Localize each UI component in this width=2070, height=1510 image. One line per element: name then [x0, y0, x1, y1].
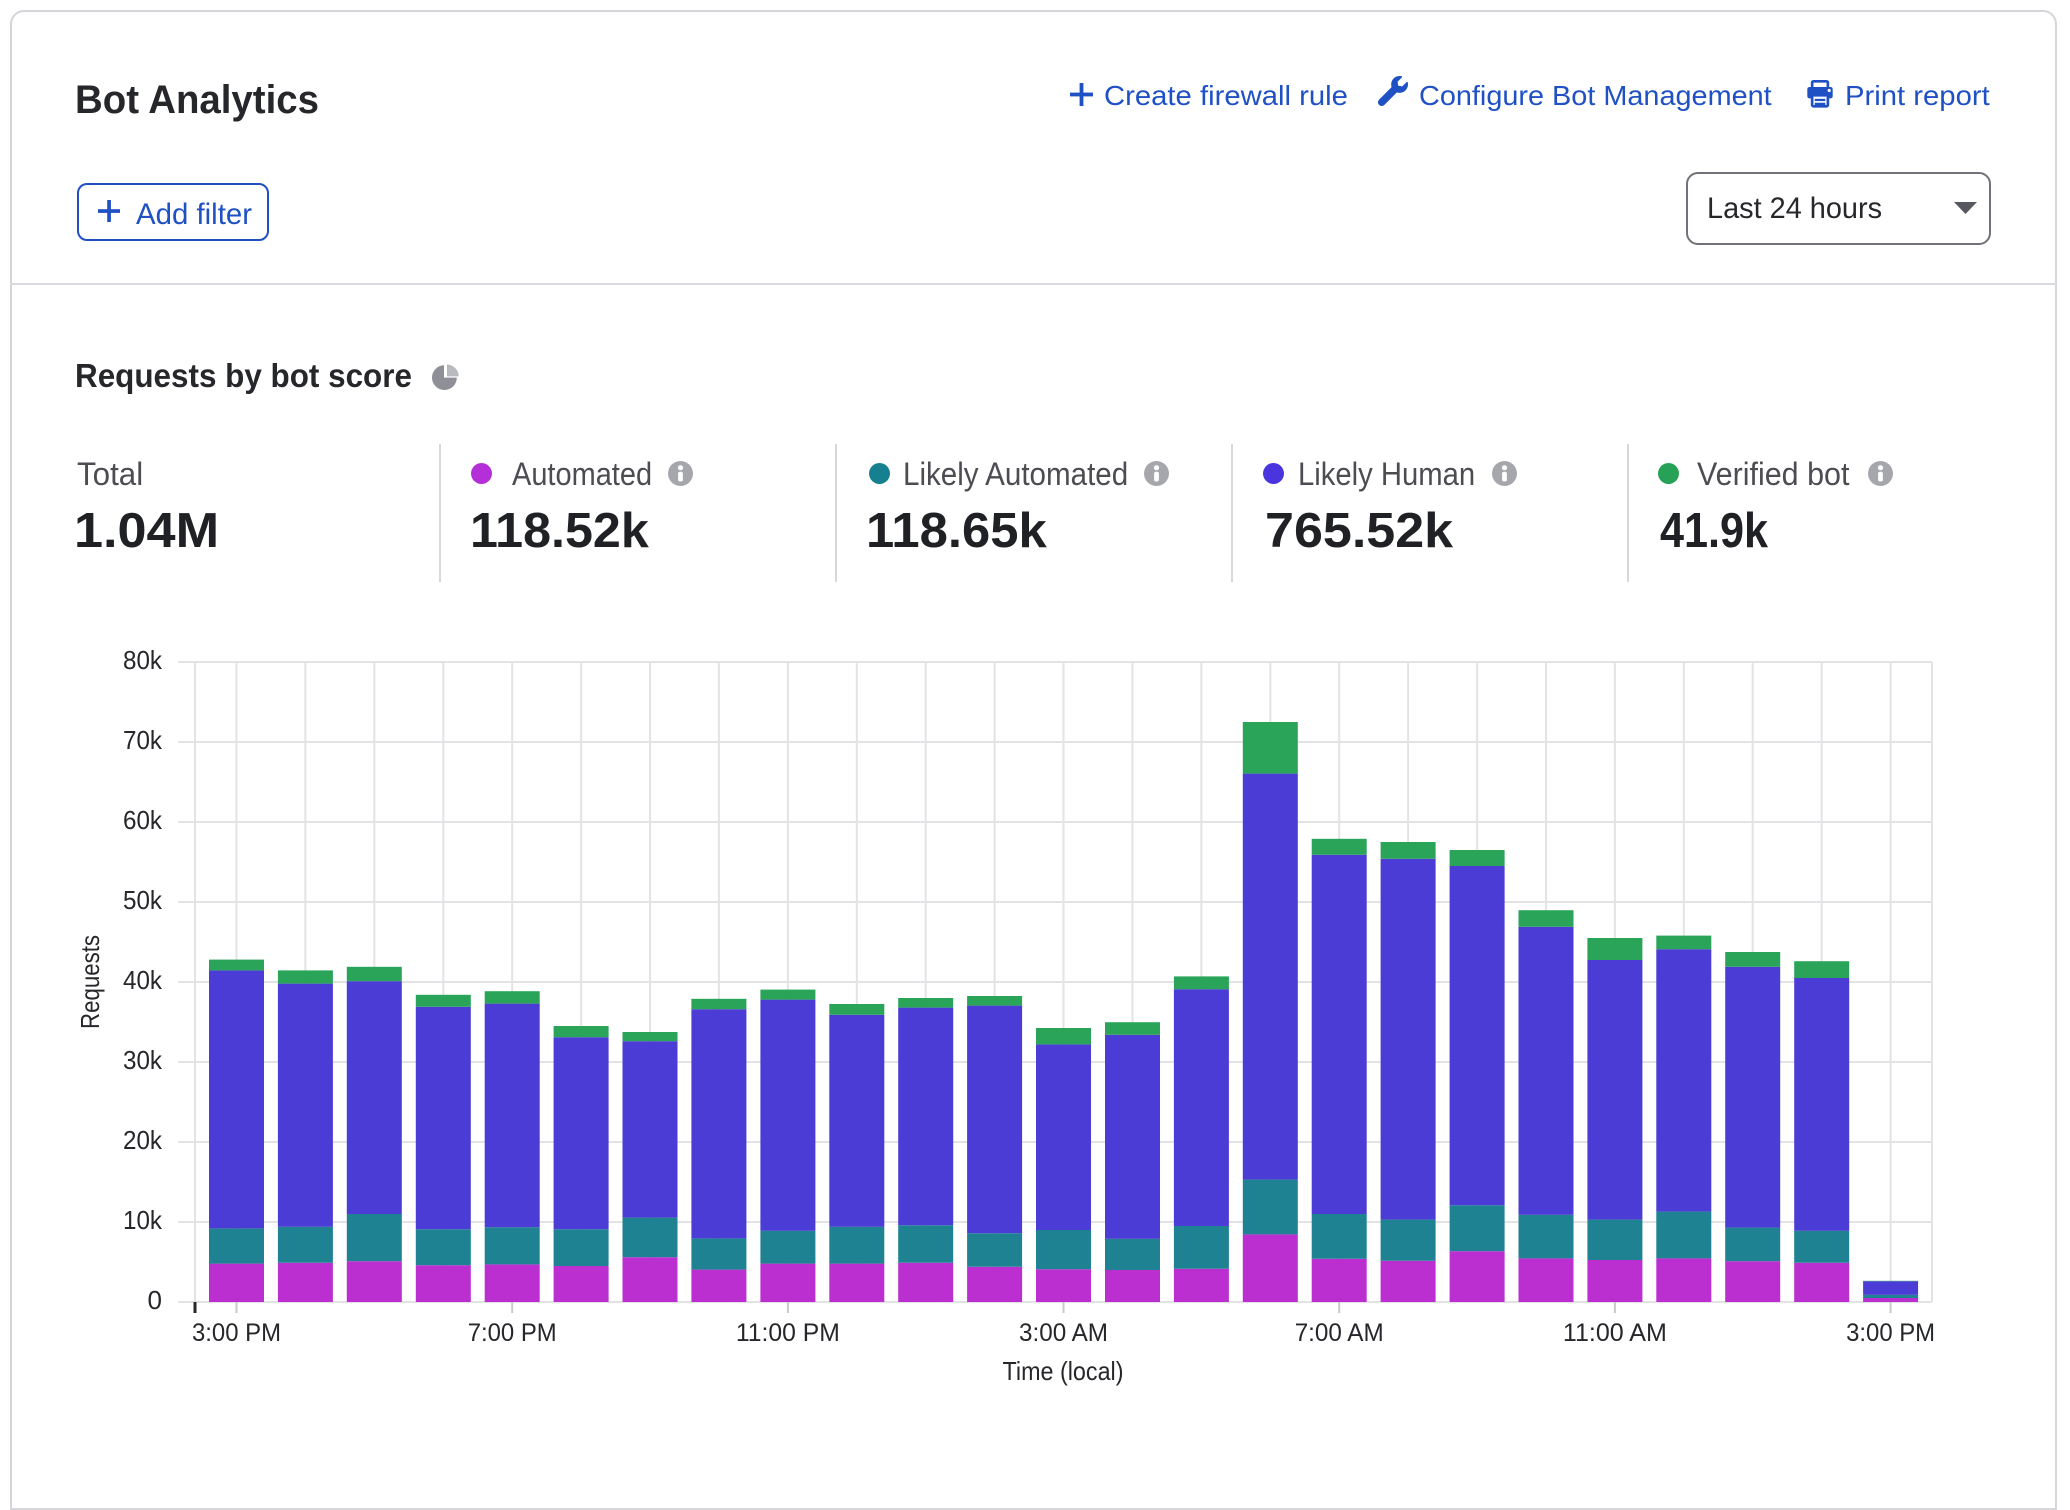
svg-text:7:00 AM: 7:00 AM [1295, 1319, 1384, 1347]
svg-text:3:00 PM: 3:00 PM [192, 1319, 281, 1347]
svg-text:30k: 30k [123, 1045, 163, 1075]
svg-text:7:00 PM: 7:00 PM [468, 1319, 557, 1347]
svg-text:40k: 40k [123, 965, 163, 995]
svg-text:3:00 PM: 3:00 PM [1846, 1319, 1935, 1347]
svg-text:Time (local): Time (local) [1003, 1356, 1124, 1386]
svg-text:3:00 AM: 3:00 AM [1019, 1319, 1108, 1347]
svg-text:20k: 20k [123, 1125, 163, 1155]
svg-text:0: 0 [148, 1285, 162, 1315]
svg-text:10k: 10k [123, 1205, 163, 1235]
svg-text:Requests: Requests [75, 935, 105, 1029]
svg-text:11:00 AM: 11:00 AM [1563, 1319, 1667, 1347]
svg-text:50k: 50k [123, 885, 163, 915]
svg-text:11:00 PM: 11:00 PM [736, 1319, 840, 1347]
svg-text:80k: 80k [123, 645, 163, 675]
svg-text:70k: 70k [123, 725, 163, 755]
svg-text:60k: 60k [123, 805, 163, 835]
